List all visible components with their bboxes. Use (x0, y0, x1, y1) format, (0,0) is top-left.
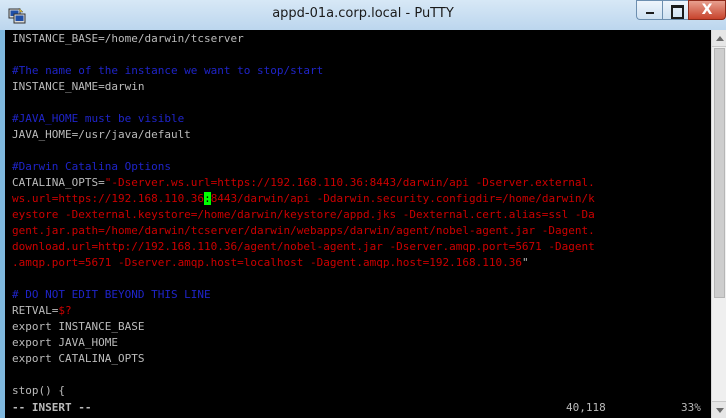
terminal-text: gent.jar.path=/home/darwin/tcserver/darw… (12, 224, 595, 237)
terminal-text: export INSTANCE_BASE (12, 320, 145, 333)
terminal-line: CATALINA_OPTS="-Dserver.ws.url=https://1… (12, 175, 595, 191)
terminal-line: INSTANCE_BASE=/home/darwin/tcserver (12, 31, 244, 47)
minimize-button[interactable] (636, 0, 662, 20)
terminal-line: #The name of the instance we want to sto… (12, 63, 323, 79)
terminal-line: download.url=http://192.168.110.36/agent… (12, 239, 595, 255)
terminal-screen[interactable]: -- INSERT -- 40,118 33% INSTANCE_BASE=/h… (5, 30, 711, 418)
terminal-text: CATALINA_OPTS= (12, 176, 105, 189)
terminal-text: $? (58, 304, 72, 317)
terminal-line: INSTANCE_NAME=darwin (12, 79, 144, 95)
terminal-text: 8443/darwin/api -Ddarwin.security.config… (210, 192, 595, 205)
terminal-text: stop() { (12, 384, 65, 397)
scroll-down-arrow-icon[interactable] (712, 401, 726, 418)
terminal-line: #Darwin Catalina Options (12, 159, 171, 175)
terminal-text: #JAVA_HOME must be visible (12, 112, 185, 125)
terminal-line: .amqp.port=5671 -Dserver.amqp.host=local… (12, 255, 529, 271)
terminal-text: export JAVA_HOME (12, 336, 118, 349)
terminal-line: gent.jar.path=/home/darwin/tcserver/darw… (12, 223, 595, 239)
terminal-text: eystore -Dexternal.keystore=/home/darwin… (12, 208, 595, 221)
terminal-line: #JAVA_HOME must be visible (12, 111, 184, 127)
scrollbar-thumb[interactable] (714, 48, 725, 298)
putty-window: appd-01a.corp.local - PuTTY X -- INSERT … (0, 0, 726, 418)
text-cursor: : (204, 192, 211, 205)
terminal-line: RETVAL=$? (12, 303, 72, 319)
vertical-scrollbar[interactable] (711, 30, 726, 418)
terminal-text: ws.url=https://192.168.110.36 (12, 192, 205, 205)
terminal-line: ws.url=https://192.168.110.36:8443/darwi… (12, 191, 595, 207)
scroll-up-arrow-icon[interactable] (712, 30, 726, 47)
close-button[interactable]: X (688, 0, 726, 20)
terminal-line: export INSTANCE_BASE (12, 319, 144, 335)
terminal-text: INSTANCE_NAME=darwin (12, 80, 145, 93)
terminal-line: export CATALINA_OPTS (12, 351, 144, 367)
title-bar[interactable]: appd-01a.corp.local - PuTTY X (0, 0, 726, 30)
terminal-text: RETVAL= (12, 304, 59, 317)
terminal-line: export JAVA_HOME (12, 335, 118, 351)
terminal-text: download.url=http://192.168.110.36/agent… (12, 240, 595, 253)
cursor-position: 40,118 (566, 401, 606, 414)
terminal-line: eystore -Dexternal.keystore=/home/darwin… (12, 207, 595, 223)
terminal-text: "-Dserver.ws.url=https://192.168.110.36:… (104, 176, 595, 189)
terminal-text: .amqp.port=5671 -Dserver.amqp.host=local… (12, 256, 522, 269)
terminal-text: #Darwin Catalina Options (12, 160, 171, 173)
terminal-line: stop() { (12, 383, 65, 399)
window-title: appd-01a.corp.local - PuTTY (272, 6, 454, 21)
close-icon: X (701, 2, 713, 18)
terminal-line: # DO NOT EDIT BEYOND THIS LINE (12, 287, 211, 303)
terminal-text: #The name of the instance we want to sto… (12, 64, 324, 77)
vim-mode-indicator: -- INSERT -- (12, 401, 92, 414)
terminal-text: export CATALINA_OPTS (12, 352, 145, 365)
terminal-text: JAVA_HOME=/usr/java/default (12, 128, 191, 141)
maximize-button[interactable] (662, 0, 688, 20)
terminal-text: # DO NOT EDIT BEYOND THIS LINE (12, 288, 211, 301)
terminal-text: " (521, 256, 529, 269)
terminal-line: JAVA_HOME=/usr/java/default (12, 127, 191, 143)
terminal-text: INSTANCE_BASE=/home/darwin/tcserver (12, 32, 244, 45)
scroll-percent: 33% (681, 401, 701, 414)
